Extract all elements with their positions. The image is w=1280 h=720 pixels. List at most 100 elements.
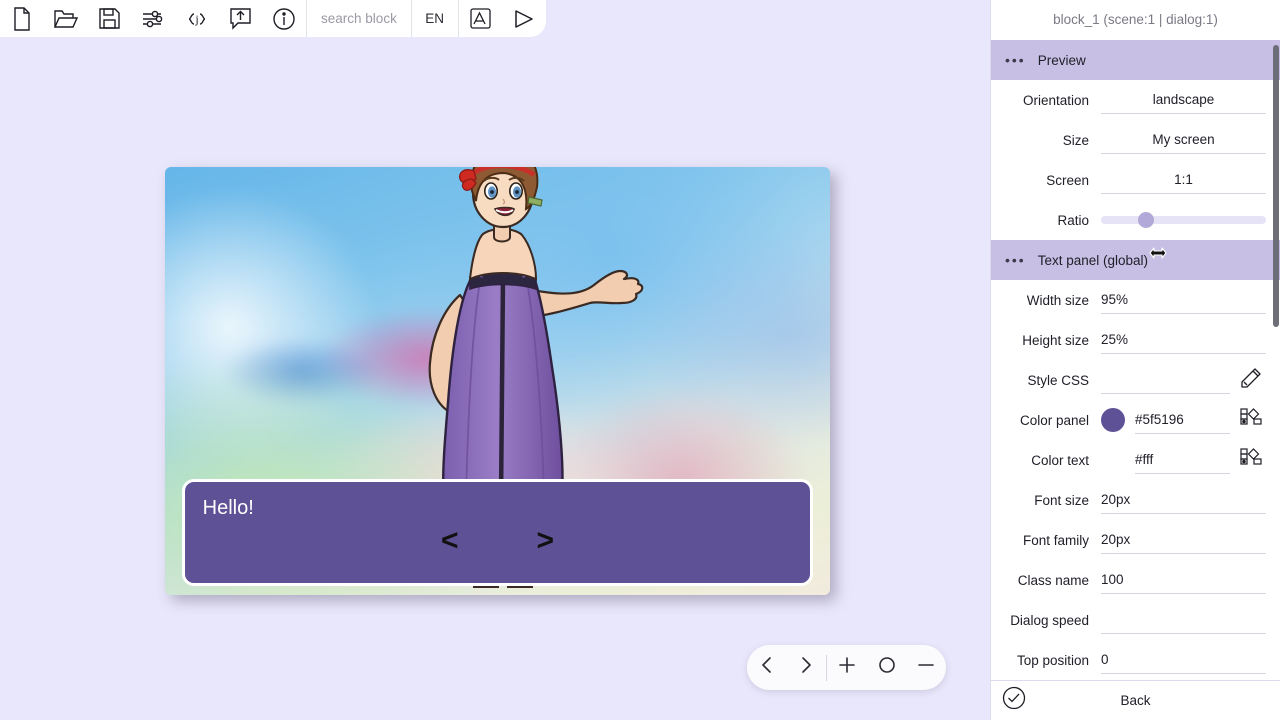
color-picker-icon [1240, 447, 1262, 473]
label-font-size: Font size [1034, 492, 1089, 508]
language-selector[interactable]: EN [412, 0, 458, 37]
save-button[interactable] [87, 0, 131, 37]
value-color-panel[interactable]: #5f5196 [1135, 406, 1230, 434]
label-style-css: Style CSS [1027, 372, 1089, 388]
value-size[interactable]: My screen [1101, 126, 1266, 154]
label-color-panel: Color panel [1019, 412, 1089, 428]
chevron-right-icon [799, 656, 813, 679]
dialog-nav: < > [185, 526, 811, 556]
settings-sliders-icon [142, 10, 164, 28]
panel-scrollbar[interactable] [1273, 45, 1279, 327]
label-top-position: Top position [1016, 652, 1089, 668]
svg-text:j: j [194, 12, 198, 26]
save-icon [99, 8, 120, 29]
ratio-slider-track [1101, 216, 1266, 224]
panel-footer: Back [991, 680, 1280, 720]
settings-button[interactable] [131, 0, 175, 37]
value-font-size[interactable]: 20px [1101, 486, 1266, 514]
open-folder-icon [53, 8, 78, 30]
section-title-preview: Preview [1037, 52, 1086, 68]
export-bubble-icon [230, 7, 251, 30]
color-text-picker-button[interactable] [1236, 447, 1266, 473]
ratio-slider-thumb[interactable] [1137, 212, 1154, 228]
label-ratio: Ratio [1057, 212, 1089, 228]
value-font-family[interactable]: 20px [1101, 526, 1266, 554]
zoom-out-button[interactable] [906, 645, 946, 690]
value-height-size[interactable]: 25% [1101, 326, 1266, 354]
dialog-text: Hello! [202, 497, 254, 520]
value-class-name[interactable]: 100 [1101, 566, 1266, 594]
canvas-area: Hello! < > j search block EN [0, 0, 990, 720]
pencil-icon [1241, 367, 1261, 393]
dialog-next-arrow[interactable]: > [537, 526, 555, 556]
row-color-panel: Color panel #5f5196 [991, 400, 1280, 440]
style-css-edit-button[interactable] [1236, 367, 1266, 393]
label-height-size: Height size [1022, 332, 1089, 348]
label-orientation: Orientation [1022, 92, 1089, 108]
new-file-icon [12, 6, 32, 31]
panel-scroll-region: ••• Preview Orientation landscape Size M… [991, 40, 1280, 680]
row-top-position: Top position 0 [991, 640, 1280, 680]
new-file-button[interactable] [0, 0, 44, 37]
section-menu-dots-icon[interactable]: ••• [1005, 252, 1026, 268]
label-dialog-speed: Dialog speed [1010, 612, 1089, 628]
row-ratio: Ratio [991, 200, 1280, 240]
canvas-zoom-toolbar [747, 645, 946, 690]
canvas-next-button[interactable] [787, 645, 827, 690]
label-width-size: Width size [1026, 292, 1089, 308]
play-icon [513, 8, 535, 30]
value-top-position[interactable]: 0 [1101, 646, 1266, 674]
play-button[interactable] [502, 0, 546, 37]
back-button[interactable]: Back [991, 693, 1280, 708]
json-braces-icon: j [186, 8, 208, 30]
row-font-size: Font size 20px [991, 480, 1280, 520]
open-folder-button[interactable] [44, 0, 88, 37]
row-size: Size My screen [991, 120, 1280, 160]
value-style-css[interactable] [1101, 366, 1230, 394]
label-screen: Screen [1046, 172, 1089, 188]
row-height-size: Height size 25% [991, 320, 1280, 360]
color-panel-picker-button[interactable] [1236, 407, 1266, 433]
info-button[interactable] [262, 0, 306, 37]
label-class-name: Class name [1017, 572, 1089, 588]
search-input[interactable]: search block [307, 0, 411, 37]
minus-icon [917, 656, 935, 679]
value-screen[interactable]: 1:1 [1101, 166, 1266, 194]
dialog-panel[interactable]: Hello! < > [181, 479, 814, 587]
label-size: Size [1062, 132, 1089, 148]
font-letter-icon [470, 8, 491, 29]
section-title-text-panel: Text panel (global) [1037, 252, 1149, 268]
color-panel-swatch[interactable] [1101, 408, 1125, 432]
app-root: Hello! < > j search block EN block_1 (sc… [0, 0, 1280, 720]
row-style-css: Style CSS [991, 360, 1280, 400]
font-button[interactable] [459, 0, 503, 37]
circle-icon [878, 656, 896, 679]
row-color-text: Color text #fff [991, 440, 1280, 480]
value-orientation[interactable]: landscape [1101, 86, 1266, 114]
row-width-size: Width size 95% [991, 280, 1280, 320]
row-screen: Screen 1:1 [991, 160, 1280, 200]
value-dialog-speed[interactable] [1101, 606, 1266, 634]
section-menu-dots-icon[interactable]: ••• [1005, 52, 1026, 68]
preview-frame[interactable]: Hello! < > [165, 167, 830, 595]
color-text-swatch-spacer [1101, 448, 1125, 472]
properties-panel: block_1 (scene:1 | dialog:1) ••• Preview… [990, 0, 1280, 720]
value-width-size[interactable]: 95% [1101, 286, 1266, 314]
section-header-text-panel-global[interactable]: ••• Text panel (global) [991, 240, 1280, 280]
label-font-family: Font family [1022, 532, 1089, 548]
row-class-name: Class name 100 [991, 560, 1280, 600]
plus-icon [838, 656, 856, 679]
zoom-in-button[interactable] [827, 645, 867, 690]
export-button[interactable] [219, 0, 263, 37]
json-button[interactable]: j [175, 0, 219, 37]
row-dialog-speed: Dialog speed [991, 600, 1280, 640]
dialog-prev-arrow[interactable]: < [441, 526, 459, 556]
value-color-text[interactable]: #fff [1135, 446, 1230, 474]
label-color-text: Color text [1031, 452, 1089, 468]
zoom-reset-button[interactable] [867, 645, 907, 690]
main-toolbar: j search block EN [0, 0, 546, 37]
ratio-slider[interactable] [1101, 206, 1266, 234]
section-header-preview[interactable]: ••• Preview [991, 40, 1280, 80]
panel-title: block_1 (scene:1 | dialog:1) [991, 0, 1280, 40]
canvas-prev-button[interactable] [747, 645, 787, 690]
